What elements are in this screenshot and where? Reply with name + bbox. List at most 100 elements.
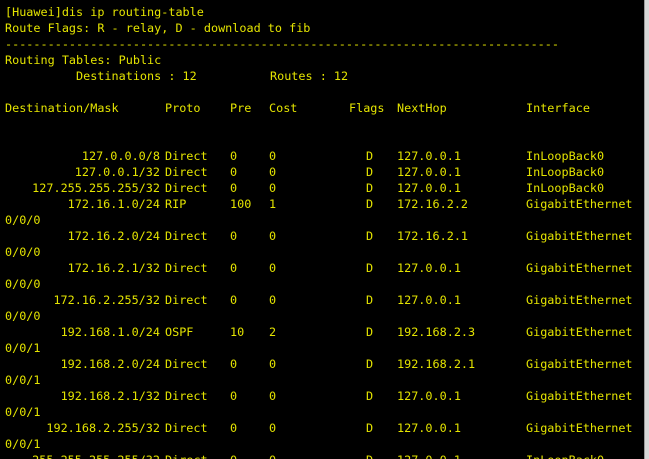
route-nexthop: 127.0.0.1 [397,181,461,195]
column-header-destination: Destination/Mask [5,101,119,115]
route-pre: 0 [230,293,238,307]
route-interface-continuation: 0/0/1 [5,437,41,451]
table-row: 127.255.255.255/32 Direct 0 0 D 127.0.0.1 InLo… [0,180,644,196]
route-nexthop: 127.0.0.1 [397,149,461,163]
route-cost: 0 [269,357,277,371]
separator-line: ----------------------------------------… [5,37,559,51]
route-flags: D [366,197,374,211]
route-nexthop: 127.0.0.1 [397,389,461,403]
route-pre: 0 [230,181,238,195]
route-pre: 0 [230,165,238,179]
route-nexthop: 172.16.2.1 [397,229,469,243]
route-interface: InLoopBack0 [526,452,604,459]
route-interface: GigabitEthernet [526,389,633,403]
route-cost: 0 [269,181,277,195]
route-flags: D [366,452,373,459]
route-cost: 0 [269,452,276,459]
table-row: 255.255.255.255/32 Direct 0 0 D 127.0.0.1 InLo… [0,452,644,459]
column-header-nexthop: NextHop [397,101,447,115]
route-interface-continuation: 0/0/1 [5,373,41,387]
route-interface: GigabitEthernet [526,293,633,307]
route-nexthop: 127.0.0.1 [397,293,461,307]
route-destination: 172.16.1.0/24 [67,197,160,211]
route-pre: 0 [230,229,238,243]
route-interface-continuation: 0/0/0 [5,213,41,227]
route-nexthop: 127.0.0.1 [397,452,461,459]
route-destination: 127.0.0.0/8 [81,149,160,163]
route-interface: InLoopBack0 [526,181,605,195]
route-cost: 0 [269,293,277,307]
route-interface-continuation: 0/0/0 [5,277,41,291]
route-interface: GigabitEthernet [526,325,633,339]
route-proto: Direct [165,261,208,275]
route-destination: 255.255.255.255/32 [32,452,160,459]
table-row: 172.16.2.255/32 Direct 0 0 D 127.0.0.1 Gigabit… [0,292,644,308]
route-cost: 0 [269,229,277,243]
column-header-proto: Proto [165,101,201,115]
route-destination: 172.16.2.255/32 [53,293,160,307]
route-destination: 192.168.2.255/32 [46,421,160,435]
route-cost: 0 [269,165,277,179]
table-row: 172.16.2.1/32 Direct 0 0 D 127.0.0.1 GigabitEt… [0,260,644,276]
route-nexthop: 192.168.2.1 [397,357,476,371]
column-header-interface: Interface [526,101,590,115]
vertical-scrollbar[interactable] [644,0,649,459]
route-proto: Direct [165,389,208,403]
route-interface-continuation: 0/0/1 [5,341,41,355]
routing-tables-label: Routing Tables: Public [5,53,162,67]
table-row: 172.16.1.0/24 RIP 100 1 D 172.16.2.2 GigabitEt… [0,196,644,212]
table-row: 192.168.2.0/24 Direct 0 0 D 192.168.2.1 Gigabi… [0,356,644,372]
route-cost: 0 [269,149,277,163]
route-proto: Direct [165,165,208,179]
route-interface: GigabitEthernet [526,357,633,371]
route-cost: 1 [269,197,277,211]
route-interface: GigabitEthernet [526,261,633,275]
route-nexthop: 127.0.0.1 [397,165,461,179]
route-interface: InLoopBack0 [526,149,605,163]
route-flags: D [366,389,374,403]
route-cost: 0 [269,261,277,275]
column-header-cost: Cost [269,101,298,115]
column-header-flags: Flags [349,101,385,115]
route-flags: D [366,357,374,371]
route-interface: GigabitEthernet [526,421,633,435]
route-interface-continuation: 0/0/1 [5,405,41,419]
route-flags: D [366,149,374,163]
route-proto: Direct [165,421,208,435]
route-flags: D [366,181,374,195]
route-nexthop: 192.168.2.3 [397,325,476,339]
route-flags: D [366,261,374,275]
route-nexthop: 172.16.2.2 [397,197,469,211]
table-row: 127.0.0.1/32 Direct 0 0 D 127.0.0.1 InLoopBack… [0,164,644,180]
route-pre: 0 [230,357,238,371]
route-flags: D [366,421,374,435]
route-proto: Direct [165,452,208,459]
route-cost: 2 [269,325,277,339]
route-cost: 0 [269,421,277,435]
route-proto: Direct [165,149,208,163]
route-destination: 127.0.0.1/32 [74,165,160,179]
route-flags: D [366,229,374,243]
route-interface: GigabitEthernet [526,197,633,211]
table-row: 172.16.2.0/24 Direct 0 0 D 172.16.2.1 GigabitE… [0,228,644,244]
route-interface-continuation: 0/0/0 [5,309,41,323]
route-proto: Direct [165,181,208,195]
route-pre: 10 [230,325,245,339]
route-pre: 0 [230,149,238,163]
route-pre: 0 [230,452,237,459]
route-destination: 127.255.255.255/32 [32,181,160,195]
route-interface: GigabitEthernet [526,229,633,243]
terminal-window[interactable]: [Huawei]dis ip routing-table Route Flags… [0,0,644,459]
route-destination: 172.16.2.0/24 [67,229,160,243]
route-flags: D [366,293,374,307]
route-proto: OSPF [165,325,194,339]
routes-count: Routes : 12 [270,69,349,83]
column-header-pre: Pre [230,101,252,115]
table-row: 192.168.1.0/24 OSPF 10 2 D 192.168.2.3 Gigabit… [0,324,644,340]
route-proto: Direct [165,293,208,307]
route-nexthop: 127.0.0.1 [397,261,461,275]
route-flags-legend: Route Flags: R - relay, D - download to … [5,21,311,35]
table-header: Destination/Mask Proto Pre Cost Flags Ne… [0,100,644,116]
route-destination: 192.168.2.0/24 [60,357,160,371]
route-flags: D [366,325,374,339]
